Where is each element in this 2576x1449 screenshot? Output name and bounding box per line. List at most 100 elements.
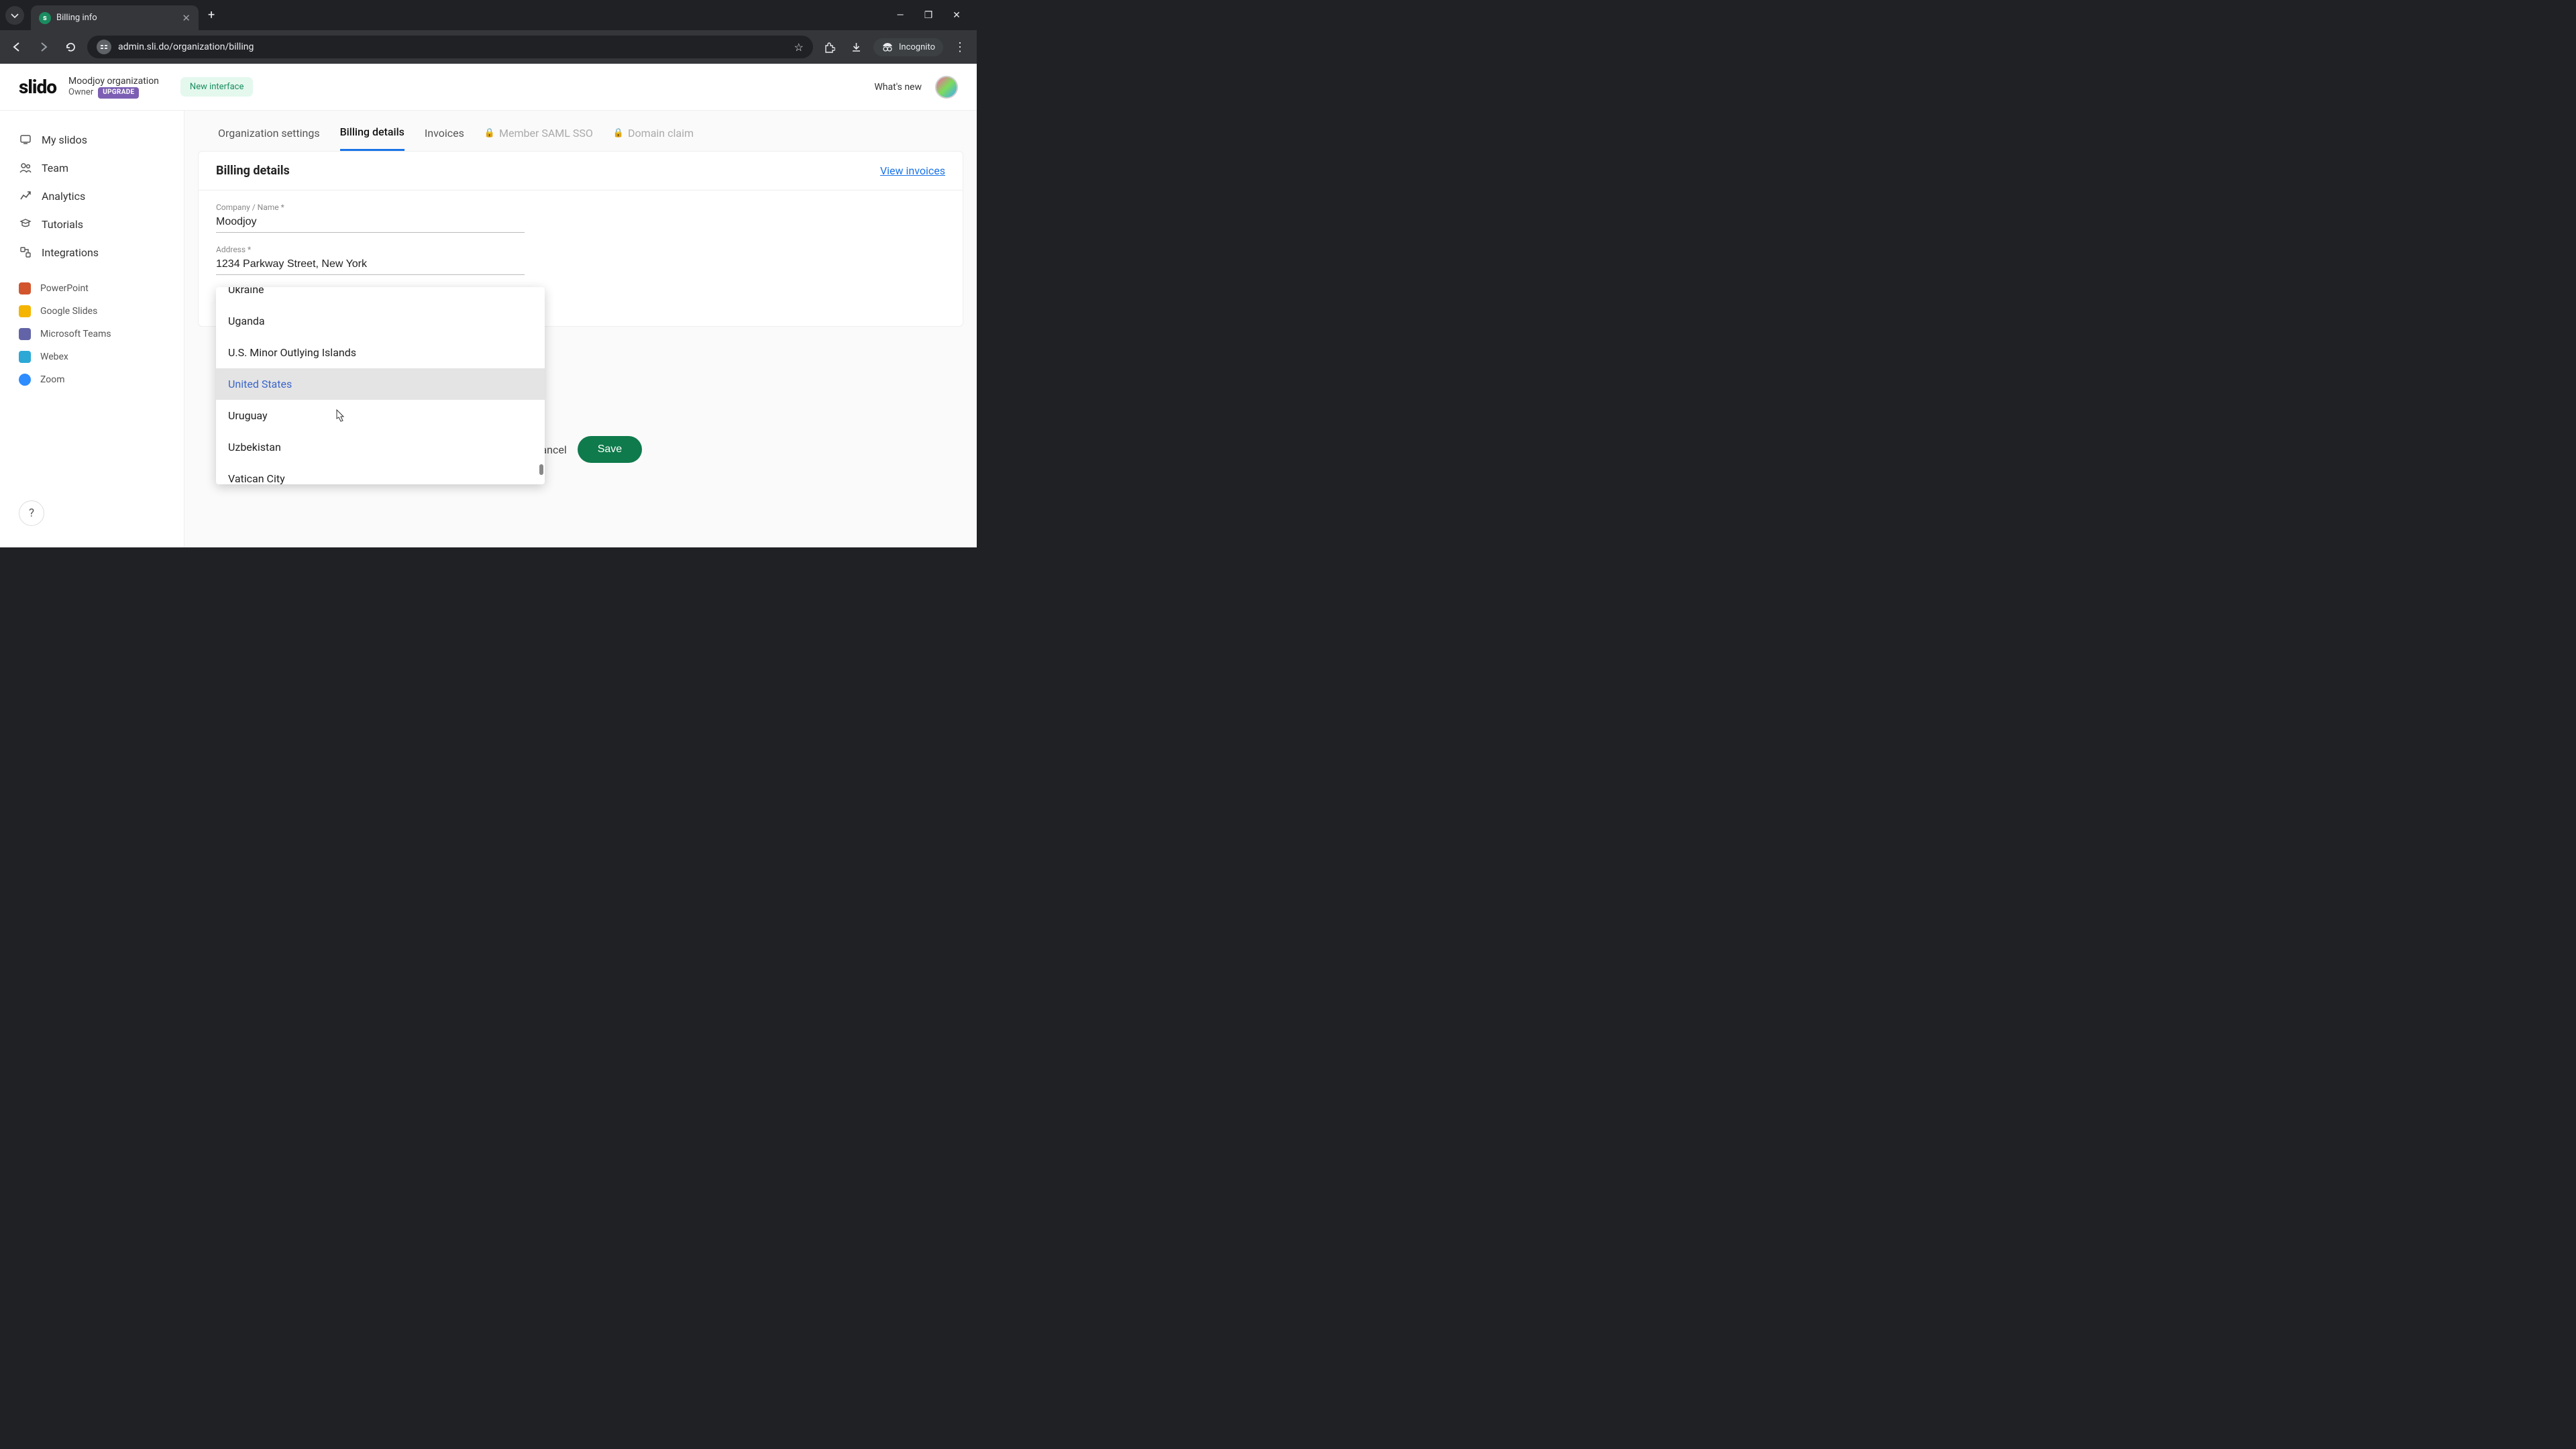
- integrations-icon: [19, 246, 32, 259]
- address-input[interactable]: [216, 256, 525, 275]
- google-slides-icon: [19, 305, 31, 317]
- integration-microsoft-teams[interactable]: Microsoft Teams: [0, 323, 184, 345]
- scrollbar-thumb[interactable]: [539, 464, 543, 475]
- billing-card: Billing details View invoices Company / …: [198, 151, 963, 327]
- dropdown-option[interactable]: Uzbekistan: [216, 431, 545, 463]
- integration-label: Google Slides: [40, 306, 97, 317]
- reload-button[interactable]: [60, 37, 80, 57]
- main-area: Organization settings Billing details In…: [184, 111, 977, 547]
- tab-invoices[interactable]: Invoices: [425, 123, 464, 151]
- tab-favicon: s: [39, 12, 51, 24]
- microsoft-teams-icon: [19, 328, 31, 340]
- tab-label: Member SAML SSO: [499, 127, 593, 140]
- app-shell: slido Moodjoy organization Owner UPGRADE…: [0, 64, 977, 547]
- address-bar: admin.sli.do/organization/billing ☆ Inco…: [0, 30, 977, 64]
- new-tab-button[interactable]: +: [208, 8, 215, 22]
- sidebar-item-analytics[interactable]: Analytics: [0, 182, 184, 210]
- window-controls: — ❐ ✕: [894, 10, 971, 21]
- billing-form: Company / Name * Address * City * Ukrain…: [199, 191, 963, 326]
- tab-billing-details[interactable]: Billing details: [340, 123, 405, 151]
- integration-label: Microsoft Teams: [40, 329, 111, 339]
- integration-label: Zoom: [40, 374, 65, 385]
- sidebar-item-label: Analytics: [42, 190, 85, 203]
- downloads-icon[interactable]: [847, 37, 867, 57]
- tab-title: Billing info: [56, 13, 176, 23]
- integration-google-slides[interactable]: Google Slides: [0, 300, 184, 323]
- powerpoint-icon: [19, 282, 31, 294]
- tutorials-icon: [19, 217, 32, 231]
- sidebar-item-team[interactable]: Team: [0, 154, 184, 182]
- webex-icon: [19, 351, 31, 363]
- sidebar-item-label: Tutorials: [42, 218, 83, 231]
- minimize-button[interactable]: —: [894, 10, 907, 21]
- org-name: Moodjoy organization: [68, 76, 159, 88]
- close-window-button[interactable]: ✕: [950, 10, 963, 21]
- sidebar-item-label: Team: [42, 162, 68, 174]
- view-invoices-link[interactable]: View invoices: [880, 164, 945, 177]
- zoom-icon: [19, 374, 31, 386]
- country-dropdown[interactable]: Ukraine Uganda U.S. Minor Outlying Islan…: [216, 287, 545, 484]
- dropdown-option[interactable]: U.S. Minor Outlying Islands: [216, 337, 545, 368]
- integration-label: Webex: [40, 352, 68, 362]
- slidos-icon: [19, 133, 32, 146]
- tab-domain-claim[interactable]: 🔒 Domain claim: [613, 123, 694, 151]
- team-icon: [19, 161, 32, 174]
- analytics-icon: [19, 189, 32, 203]
- site-info-icon[interactable]: [97, 40, 111, 54]
- browser-menu-icon[interactable]: ⋮: [950, 40, 970, 54]
- field-label: Address *: [216, 245, 525, 254]
- slido-logo[interactable]: slido: [19, 76, 56, 98]
- dropdown-option[interactable]: Ukraine: [216, 287, 545, 305]
- lock-icon: 🔒: [484, 128, 495, 138]
- card-header: Billing details View invoices: [199, 152, 963, 191]
- maximize-button[interactable]: ❐: [922, 10, 935, 21]
- company-input[interactable]: [216, 213, 525, 233]
- close-tab-icon[interactable]: ✕: [182, 12, 191, 24]
- active-browser-tab[interactable]: s Billing info ✕: [31, 5, 199, 30]
- field-company: Company / Name *: [216, 203, 525, 233]
- back-button[interactable]: [7, 37, 27, 57]
- avatar[interactable]: [935, 76, 958, 99]
- dropdown-option[interactable]: Vatican City: [216, 463, 545, 484]
- whats-new-link[interactable]: What's new: [874, 82, 922, 93]
- integration-webex[interactable]: Webex: [0, 345, 184, 368]
- url-text: admin.sli.do/organization/billing: [118, 42, 788, 52]
- sidebar-item-label: My slidos: [42, 133, 87, 146]
- bookmark-icon[interactable]: ☆: [794, 41, 804, 54]
- role-label: Owner: [68, 87, 93, 98]
- incognito-indicator[interactable]: Incognito: [873, 38, 943, 56]
- integration-label: PowerPoint: [40, 283, 89, 294]
- tab-label: Domain claim: [628, 127, 694, 140]
- integration-powerpoint[interactable]: PowerPoint: [0, 277, 184, 300]
- field-label: Company / Name *: [216, 203, 525, 212]
- tab-org-settings[interactable]: Organization settings: [218, 123, 320, 151]
- save-button[interactable]: Save: [578, 436, 642, 463]
- field-address: Address *: [216, 245, 525, 275]
- dropdown-option-highlighted[interactable]: United States: [216, 368, 545, 400]
- card-title: Billing details: [216, 164, 290, 178]
- dropdown-option[interactable]: Uruguay: [216, 400, 545, 431]
- forward-button[interactable]: [34, 37, 54, 57]
- org-block: Moodjoy organization Owner UPGRADE: [68, 76, 159, 99]
- integration-zoom[interactable]: Zoom: [0, 368, 184, 391]
- dropdown-option[interactable]: Uganda: [216, 305, 545, 337]
- tab-saml-sso[interactable]: 🔒 Member SAML SSO: [484, 123, 593, 151]
- browser-tab-strip: s Billing info ✕ + — ❐ ✕: [0, 0, 977, 30]
- incognito-label: Incognito: [899, 42, 935, 52]
- new-interface-badge[interactable]: New interface: [180, 77, 253, 97]
- org-role: Owner UPGRADE: [68, 87, 159, 99]
- form-actions: Cancel Save: [534, 436, 642, 463]
- sidebar-item-tutorials[interactable]: Tutorials: [0, 210, 184, 238]
- extensions-icon[interactable]: [820, 37, 840, 57]
- settings-tabs: Organization settings Billing details In…: [198, 111, 963, 151]
- url-field[interactable]: admin.sli.do/organization/billing ☆: [87, 36, 813, 58]
- upgrade-badge[interactable]: UPGRADE: [98, 87, 139, 99]
- help-button[interactable]: ?: [19, 500, 44, 526]
- sidebar: My slidos Team Analytics Tutorials Integ…: [0, 111, 184, 547]
- sidebar-item-label: Integrations: [42, 246, 99, 259]
- lock-icon: 🔒: [613, 128, 624, 138]
- sidebar-item-integrations[interactable]: Integrations: [0, 238, 184, 266]
- app-header: slido Moodjoy organization Owner UPGRADE…: [0, 64, 977, 111]
- tab-search-button[interactable]: [5, 6, 24, 25]
- sidebar-item-my-slidos[interactable]: My slidos: [0, 125, 184, 154]
